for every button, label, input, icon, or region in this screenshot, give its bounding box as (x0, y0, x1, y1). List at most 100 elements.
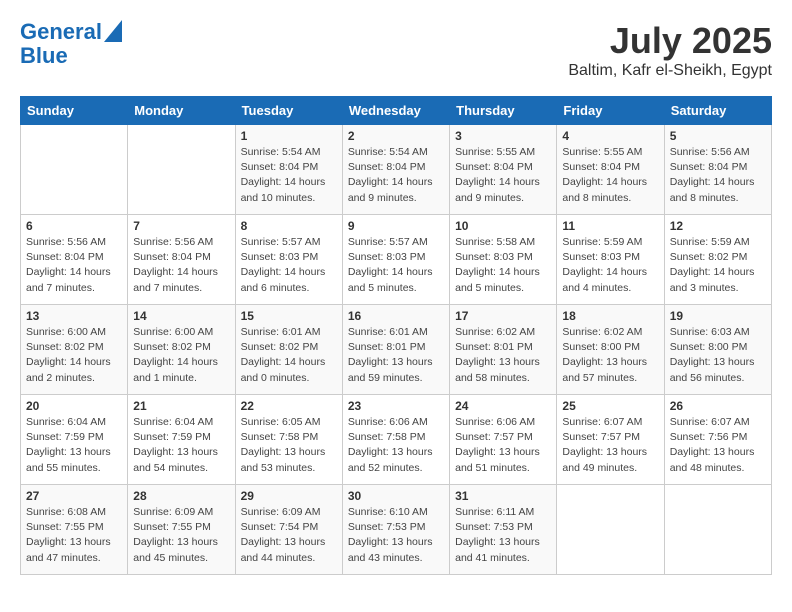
day-info: Sunrise: 6:09 AM Sunset: 7:54 PM Dayligh… (241, 505, 337, 566)
day-number: 8 (241, 219, 337, 233)
week-row-3: 13 Sunrise: 6:00 AM Sunset: 8:02 PM Dayli… (21, 305, 772, 395)
calendar-cell: 14 Sunrise: 6:00 AM Sunset: 8:02 PM Dayli… (128, 305, 235, 395)
day-number: 10 (455, 219, 551, 233)
day-number: 2 (348, 129, 444, 143)
calendar-cell: 2 Sunrise: 5:54 AM Sunset: 8:04 PM Daylig… (342, 125, 449, 215)
day-info: Sunrise: 6:01 AM Sunset: 8:01 PM Dayligh… (348, 325, 444, 386)
day-info: Sunrise: 6:05 AM Sunset: 7:58 PM Dayligh… (241, 415, 337, 476)
day-number: 15 (241, 309, 337, 323)
day-info: Sunrise: 6:08 AM Sunset: 7:55 PM Dayligh… (26, 505, 122, 566)
day-number: 16 (348, 309, 444, 323)
day-info: Sunrise: 6:02 AM Sunset: 8:01 PM Dayligh… (455, 325, 551, 386)
calendar-cell: 17 Sunrise: 6:02 AM Sunset: 8:01 PM Dayli… (450, 305, 557, 395)
day-info: Sunrise: 5:56 AM Sunset: 8:04 PM Dayligh… (670, 145, 766, 206)
calendar-cell: 12Sunrise: 5:59 AM Sunset: 8:02 PM Dayli… (664, 215, 771, 305)
header-thursday: Thursday (450, 97, 557, 125)
day-number: 18 (562, 309, 658, 323)
day-number: 29 (241, 489, 337, 503)
calendar-cell: 21 Sunrise: 6:04 AM Sunset: 7:59 PM Dayli… (128, 395, 235, 485)
calendar-cell: 30 Sunrise: 6:10 AM Sunset: 7:53 PM Dayli… (342, 485, 449, 575)
day-number: 14 (133, 309, 229, 323)
day-info: Sunrise: 6:02 AM Sunset: 8:00 PM Dayligh… (562, 325, 658, 386)
day-info: Sunrise: 5:54 AM Sunset: 8:04 PM Dayligh… (348, 145, 444, 206)
calendar-cell: 25 Sunrise: 6:07 AM Sunset: 7:57 PM Dayli… (557, 395, 664, 485)
logo-blue: Blue (20, 44, 68, 68)
header-tuesday: Tuesday (235, 97, 342, 125)
location-title: Baltim, Kafr el-Sheikh, Egypt (568, 62, 772, 80)
day-info: Sunrise: 6:06 AM Sunset: 7:58 PM Dayligh… (348, 415, 444, 476)
calendar-cell (664, 485, 771, 575)
calendar-cell (128, 125, 235, 215)
day-number: 25 (562, 399, 658, 413)
day-info: Sunrise: 5:59 AM Sunset: 8:03 PM Dayligh… (562, 235, 658, 296)
day-info: Sunrise: 6:07 AM Sunset: 7:57 PM Dayligh… (562, 415, 658, 476)
day-info: Sunrise: 6:00 AM Sunset: 8:02 PM Dayligh… (133, 325, 229, 386)
calendar-cell (21, 125, 128, 215)
day-number: 28 (133, 489, 229, 503)
day-info: Sunrise: 6:06 AM Sunset: 7:57 PM Dayligh… (455, 415, 551, 476)
calendar-cell: 22 Sunrise: 6:05 AM Sunset: 7:58 PM Dayli… (235, 395, 342, 485)
day-info: Sunrise: 5:55 AM Sunset: 8:04 PM Dayligh… (455, 145, 551, 206)
calendar-cell: 9 Sunrise: 5:57 AM Sunset: 8:03 PM Daylig… (342, 215, 449, 305)
page-header: General Blue July 2025 Baltim, Kafr el-S… (20, 20, 772, 80)
day-info: Sunrise: 6:10 AM Sunset: 7:53 PM Dayligh… (348, 505, 444, 566)
day-info: Sunrise: 5:58 AM Sunset: 8:03 PM Dayligh… (455, 235, 551, 296)
day-info: Sunrise: 5:57 AM Sunset: 8:03 PM Dayligh… (348, 235, 444, 296)
calendar-cell: 15 Sunrise: 6:01 AM Sunset: 8:02 PM Dayli… (235, 305, 342, 395)
day-info: Sunrise: 6:03 AM Sunset: 8:00 PM Dayligh… (670, 325, 766, 386)
week-row-4: 20Sunrise: 6:04 AM Sunset: 7:59 PM Dayli… (21, 395, 772, 485)
calendar-cell: 13 Sunrise: 6:00 AM Sunset: 8:02 PM Dayli… (21, 305, 128, 395)
day-number: 6 (26, 219, 122, 233)
calendar-cell: 3 Sunrise: 5:55 AM Sunset: 8:04 PM Daylig… (450, 125, 557, 215)
day-number: 5 (670, 129, 766, 143)
calendar-cell: 8Sunrise: 5:57 AM Sunset: 8:03 PM Daylig… (235, 215, 342, 305)
day-number: 31 (455, 489, 551, 503)
day-info: Sunrise: 5:59 AM Sunset: 8:02 PM Dayligh… (670, 235, 766, 296)
week-row-2: 6 Sunrise: 5:56 AM Sunset: 8:04 PM Daylig… (21, 215, 772, 305)
header-sunday: Sunday (21, 97, 128, 125)
month-title: July 2025 (568, 20, 772, 62)
day-info: Sunrise: 6:01 AM Sunset: 8:02 PM Dayligh… (241, 325, 337, 386)
day-info: Sunrise: 6:00 AM Sunset: 8:02 PM Dayligh… (26, 325, 122, 386)
day-info: Sunrise: 6:04 AM Sunset: 7:59 PM Dayligh… (133, 415, 229, 476)
calendar-cell: 11Sunrise: 5:59 AM Sunset: 8:03 PM Dayli… (557, 215, 664, 305)
day-info: Sunrise: 5:55 AM Sunset: 8:04 PM Dayligh… (562, 145, 658, 206)
day-number: 23 (348, 399, 444, 413)
logo: General Blue (20, 20, 122, 68)
day-number: 24 (455, 399, 551, 413)
day-number: 22 (241, 399, 337, 413)
logo-text: General (20, 20, 102, 44)
day-number: 13 (26, 309, 122, 323)
week-row-5: 27Sunrise: 6:08 AM Sunset: 7:55 PM Dayli… (21, 485, 772, 575)
calendar-cell: 5 Sunrise: 5:56 AM Sunset: 8:04 PM Daylig… (664, 125, 771, 215)
calendar-cell: 23 Sunrise: 6:06 AM Sunset: 7:58 PM Dayli… (342, 395, 449, 485)
day-info: Sunrise: 5:56 AM Sunset: 8:04 PM Dayligh… (133, 235, 229, 296)
calendar-cell: 31 Sunrise: 6:11 AM Sunset: 7:53 PM Dayli… (450, 485, 557, 575)
header-wednesday: Wednesday (342, 97, 449, 125)
calendar-cell: 26Sunrise: 6:07 AM Sunset: 7:56 PM Dayli… (664, 395, 771, 485)
day-info: Sunrise: 5:56 AM Sunset: 8:04 PM Dayligh… (26, 235, 122, 296)
day-number: 7 (133, 219, 229, 233)
calendar-cell: 20Sunrise: 6:04 AM Sunset: 7:59 PM Dayli… (21, 395, 128, 485)
calendar-cell: 10 Sunrise: 5:58 AM Sunset: 8:03 PM Dayli… (450, 215, 557, 305)
day-number: 17 (455, 309, 551, 323)
day-number: 3 (455, 129, 551, 143)
header-friday: Friday (557, 97, 664, 125)
day-number: 19 (670, 309, 766, 323)
day-number: 26 (670, 399, 766, 413)
title-block: July 2025 Baltim, Kafr el-Sheikh, Egypt (568, 20, 772, 80)
day-info: Sunrise: 6:11 AM Sunset: 7:53 PM Dayligh… (455, 505, 551, 566)
day-number: 30 (348, 489, 444, 503)
day-number: 9 (348, 219, 444, 233)
calendar-cell: 7 Sunrise: 5:56 AM Sunset: 8:04 PM Daylig… (128, 215, 235, 305)
day-info: Sunrise: 6:04 AM Sunset: 7:59 PM Dayligh… (26, 415, 122, 476)
calendar-cell: 1Sunrise: 5:54 AM Sunset: 8:04 PM Daylig… (235, 125, 342, 215)
day-number: 21 (133, 399, 229, 413)
calendar-table: SundayMondayTuesdayWednesdayThursdayFrid… (20, 96, 772, 575)
day-number: 4 (562, 129, 658, 143)
calendar-cell: 4 Sunrise: 5:55 AM Sunset: 8:04 PM Daylig… (557, 125, 664, 215)
day-info: Sunrise: 6:09 AM Sunset: 7:55 PM Dayligh… (133, 505, 229, 566)
header-monday: Monday (128, 97, 235, 125)
week-row-1: 1Sunrise: 5:54 AM Sunset: 8:04 PM Daylig… (21, 125, 772, 215)
header-saturday: Saturday (664, 97, 771, 125)
